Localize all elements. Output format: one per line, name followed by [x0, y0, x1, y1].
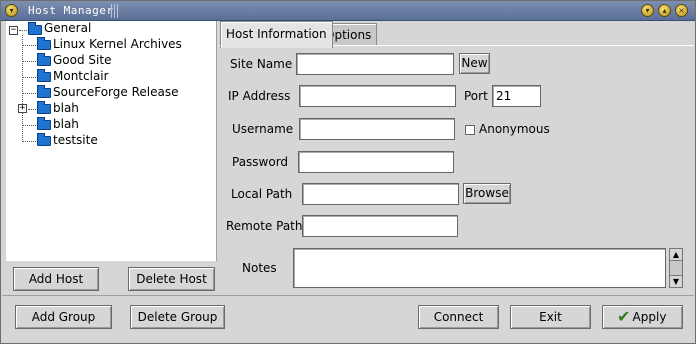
tree-connector [22, 93, 36, 94]
tree-root-general[interactable]: General [44, 20, 91, 36]
window-menu-icon[interactable]: ▾ [5, 4, 18, 17]
delete-host-button[interactable]: Delete Host [128, 267, 215, 291]
add-host-button[interactable]: Add Host [13, 267, 99, 291]
notes-label: Notes [242, 261, 277, 275]
remote-path-label: Remote Path [226, 219, 303, 233]
title-grip [111, 4, 119, 18]
exit-button[interactable]: Exit [510, 305, 591, 329]
scroll-up-icon[interactable]: ▲ [670, 249, 682, 261]
folder-icon [37, 53, 51, 66]
tree-connector [22, 141, 36, 142]
host-manager-window: ▾ Host Manager ▾ ▴ × − General Linux Ker… [0, 0, 696, 344]
add-group-button[interactable]: Add Group [15, 305, 112, 329]
local-path-field[interactable] [302, 183, 459, 205]
remote-path-field[interactable] [302, 215, 458, 237]
anonymous-checkbox[interactable] [465, 125, 475, 135]
checkmark-icon: ✔ [617, 307, 631, 326]
local-path-label: Local Path [231, 187, 293, 201]
port-label: Port [464, 89, 488, 103]
tree-group-blah[interactable]: blah [53, 100, 79, 116]
scroll-down-icon[interactable]: ▼ [670, 275, 682, 287]
tree-item-sourceforge-release[interactable]: SourceForge Release [53, 84, 178, 100]
title-bar[interactable]: ▾ Host Manager ▾ ▴ × [1, 1, 695, 21]
tree-connector [22, 45, 36, 46]
tree-connector [22, 61, 36, 62]
password-field[interactable] [298, 151, 454, 173]
tree-connector [28, 109, 36, 110]
folder-icon [37, 101, 51, 114]
minimize-icon[interactable]: ▾ [641, 4, 654, 17]
password-label: Password [232, 155, 289, 169]
tree-item-testsite[interactable]: testsite [53, 132, 98, 148]
ip-address-field[interactable] [299, 85, 456, 107]
folder-icon [37, 133, 51, 146]
notes-textarea[interactable] [293, 248, 666, 288]
delete-group-button[interactable]: Delete Group [130, 305, 225, 329]
expand-icon[interactable]: + [18, 104, 27, 113]
window-title: Host Manager [28, 4, 114, 17]
port-field[interactable] [492, 85, 541, 107]
apply-label: Apply [632, 310, 667, 324]
folder-icon [28, 22, 42, 35]
divider [2, 295, 694, 296]
folder-icon [37, 85, 51, 98]
connect-button[interactable]: Connect [418, 305, 499, 329]
anonymous-label: Anonymous [479, 122, 550, 136]
tree-connector [22, 125, 36, 126]
tree-connector [22, 77, 36, 78]
tree-item-linux-kernel-archives[interactable]: Linux Kernel Archives [53, 36, 182, 52]
tree-connector [19, 30, 27, 31]
username-field[interactable] [299, 118, 455, 140]
tree-item-blah[interactable]: blah [53, 116, 79, 132]
notes-scrollbar[interactable]: ▲ ▼ [669, 248, 683, 288]
username-label: Username [232, 122, 294, 136]
ip-address-label: IP Address [228, 89, 291, 103]
tree-item-good-site[interactable]: Good Site [53, 52, 111, 68]
tab-host-information[interactable]: Host Information [220, 21, 333, 48]
close-icon[interactable]: × [675, 4, 688, 17]
collapse-icon[interactable]: − [9, 26, 18, 35]
folder-icon [37, 69, 51, 82]
new-button[interactable]: New [459, 53, 490, 74]
folder-icon [37, 37, 51, 50]
site-name-field[interactable] [296, 53, 454, 75]
site-name-label: Site Name [230, 57, 293, 71]
maximize-icon[interactable]: ▴ [658, 4, 671, 17]
folder-icon [37, 117, 51, 130]
browse-button[interactable]: Browse [463, 183, 511, 204]
apply-button[interactable]: ✔ Apply [602, 305, 683, 329]
tree-item-montclair[interactable]: Montclair [53, 68, 109, 84]
host-tree[interactable]: − General Linux Kernel Archives Good Sit… [6, 21, 217, 261]
